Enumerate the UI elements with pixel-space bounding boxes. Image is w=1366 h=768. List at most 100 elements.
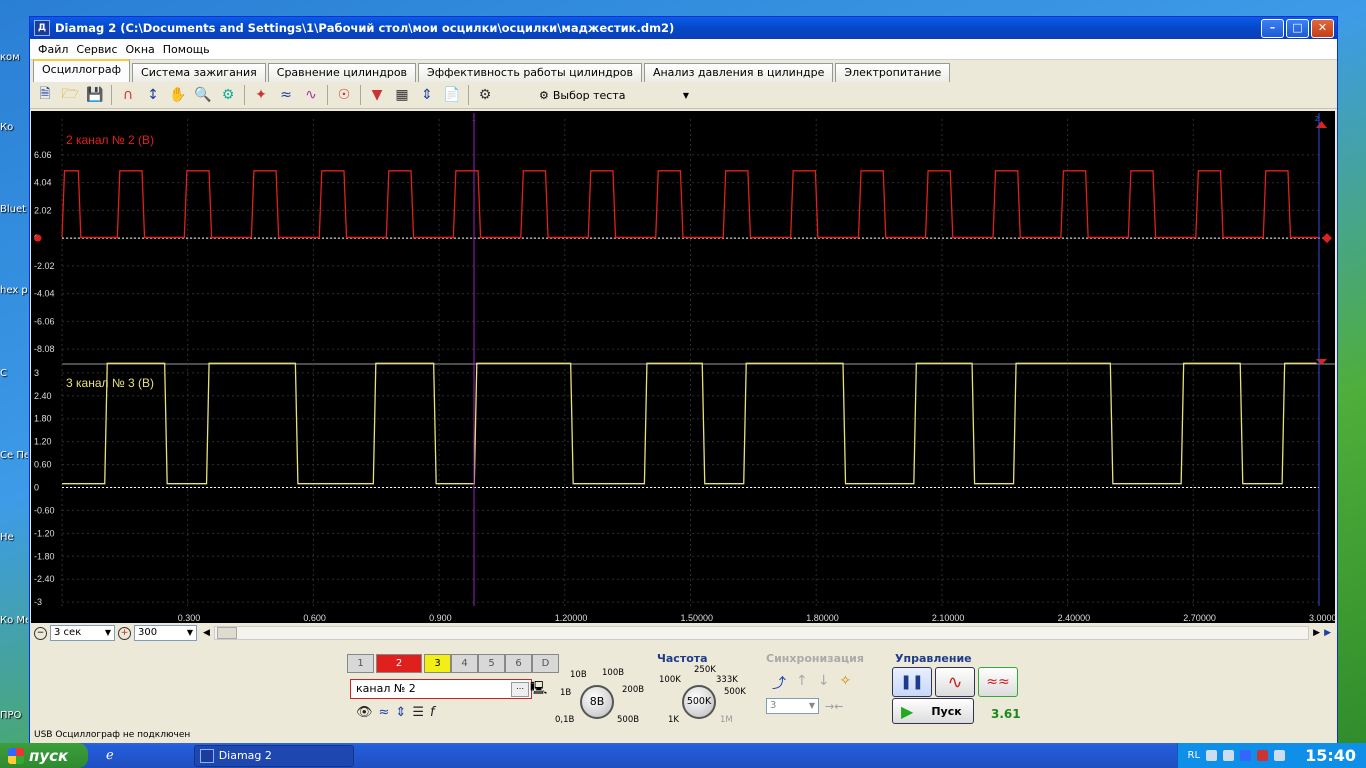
close-button[interactable]: ✕ [1311,18,1334,38]
zoom-in-icon[interactable]: + [118,626,131,640]
app-icon[interactable]: Д [34,20,50,36]
vertical-scale-icon[interactable]: ⇕ [395,705,406,720]
frequency-knob[interactable]: 500K [682,685,716,719]
grid-icon[interactable]: ▦ [391,84,413,106]
tab-cylinder-efficiency[interactable]: Эффективность работы цилиндров [418,63,642,82]
measure-icon[interactable]: ↕ [142,84,164,106]
hand-pan-icon[interactable]: ✋ [167,84,189,106]
zoom-value: 300 [138,627,158,638]
noise-mode-button[interactable]: ≈≈ [978,667,1018,697]
auto-icon[interactable]: ☉ [333,84,355,106]
wave-icon[interactable]: ≈ [379,705,390,720]
desktop-label[interactable]: Bluet [0,204,28,215]
x-tick-label: 1.80000 [806,613,839,623]
save-icon[interactable]: 💾 [84,84,106,106]
scroll-left-icon[interactable]: ◀ [203,628,210,638]
probe-icon[interactable]: 🖳 [530,679,547,701]
desktop-label[interactable]: Не [0,532,28,543]
desktop-label[interactable]: С [0,368,28,379]
time-scroll-row: − 3 сек ▼ + 300 ▼ ◀ ▶ ▶ [31,625,1335,641]
function-icon[interactable]: f [430,705,435,720]
desktop-label[interactable]: hex p [0,285,28,296]
center-icon[interactable]: ✦ [250,84,272,106]
menu-help[interactable]: Помощь [159,43,214,56]
time-window-select[interactable]: 3 сек ▼ [50,625,115,641]
bluetooth-icon[interactable] [1240,750,1252,761]
sync-auto-icon[interactable]: ✧ [839,673,851,693]
notes-icon[interactable]: 📄 [441,84,463,106]
desktop-label[interactable]: ПРО [0,710,28,721]
cursor-marker-left[interactable]: 1 [472,116,476,123]
language-indicator[interactable]: RL [1188,750,1201,761]
eye-icon[interactable]: 👁 [356,705,373,720]
minimize-button[interactable]: – [1261,18,1284,38]
filter-icon[interactable]: ⚙ [217,84,239,106]
start-label: Пуск [931,704,962,718]
channel-button-6[interactable]: 6 [505,654,532,673]
sync-rising-icon[interactable]: ⤴ [772,673,786,693]
taskbar-item-diamag[interactable]: Diamag 2 [193,744,354,767]
wave-stack-icon[interactable]: ≈ [275,84,297,106]
tray-app-icon[interactable] [1274,750,1286,761]
desktop-label[interactable]: ком [0,52,28,63]
channel-button-1[interactable]: 1 [347,654,374,673]
time-scrollbar[interactable] [213,626,1310,640]
menu-windows[interactable]: Окна [122,43,159,56]
sync-level-down-icon[interactable]: ↓ [818,673,830,693]
channel-button-d[interactable]: D [532,654,559,673]
cursor-marker-right[interactable]: 2 [1315,116,1319,123]
desktop-label[interactable]: Се Перс [0,450,28,461]
zoom-out-icon[interactable]: − [34,626,47,640]
auto-settings-icon[interactable]: ⚙ [474,84,496,106]
sine-mode-button[interactable]: ∿ [935,667,975,697]
sync-merge-icon[interactable]: →← [825,700,843,713]
play-icon[interactable]: ▶ [1324,628,1331,638]
ie-icon[interactable]: ℯ [106,748,114,763]
channel-name-field[interactable]: канал № 2 ⋯ [350,679,532,699]
channel-button-5[interactable]: 5 [478,654,505,673]
split-icon[interactable]: ⇕ [416,84,438,106]
tab-power[interactable]: Электропитание [835,63,951,82]
sync-level-up-icon[interactable]: ↑ [796,673,808,693]
channel-filter-icon[interactable]: ▼ [366,84,388,106]
tab-cylinder-compare[interactable]: Сравнение цилиндров [267,63,417,82]
scrollbar-thumb[interactable] [216,627,237,639]
pause-button[interactable]: ❚❚ [892,667,932,697]
network-icon[interactable] [1206,750,1218,761]
open-folder-icon[interactable]: 🗁 [59,84,81,106]
status-text: USB Осциллограф не подключен [34,730,191,740]
cursor-arc-icon[interactable]: ∩ [117,84,139,106]
sync-channel-select[interactable]: 3 ▼ [766,698,819,714]
channel-button-3[interactable]: 3 [424,654,451,673]
more-icon[interactable]: ⋯ [511,682,529,697]
desktop-label[interactable]: Ко [0,122,28,133]
zoom-select[interactable]: 300 ▼ [134,625,197,641]
value-readout: 3.61 [991,707,1021,721]
channel-button-4[interactable]: 4 [451,654,478,673]
scroll-right-icon[interactable]: ▶ [1313,628,1320,638]
dashed-line-icon[interactable]: ☰ [412,705,424,720]
title-bar[interactable]: Д Diamag 2 (C:\Documents and Settings\1\… [30,17,1337,39]
oscilloscope-display[interactable]: 0.300 0.600 0.900 1.20000 1.50000 1.80000 2.10… [31,111,1335,623]
volt-label: 200В [622,685,645,695]
tab-oscilloscope[interactable]: Осциллограф [33,59,131,82]
desktop-label[interactable]: Ко Ме [0,615,28,626]
y-tick-label: -2.40 [34,574,55,584]
wave-overlay-icon[interactable]: ∿ [300,84,322,106]
new-file-icon[interactable]: 🗎 [34,84,56,106]
start-menu-button[interactable]: пуск [0,743,88,768]
channel-button-2[interactable]: 2 [376,654,422,673]
zoom-icon[interactable]: 🔍 [192,84,214,106]
menu-file[interactable]: Файл [34,43,72,56]
test-select[interactable]: ⚙ Выбор теста ▼ [539,85,689,105]
maximize-button[interactable]: □ [1286,18,1309,38]
menu-service[interactable]: Сервис [72,43,121,56]
tab-ignition[interactable]: Система зажигания [132,63,266,82]
start-button[interactable]: ▶ Пуск [892,698,974,724]
freq-label: 100K [659,675,681,685]
volume-icon[interactable] [1223,750,1235,761]
security-icon[interactable] [1257,750,1269,761]
scope-svg[interactable]: 0.300 0.600 0.900 1.20000 1.50000 1.80000 2.10… [31,111,1335,623]
tab-pressure-analysis[interactable]: Анализ давления в цилиндре [643,63,834,82]
volts-knob[interactable]: 8В [580,685,614,719]
